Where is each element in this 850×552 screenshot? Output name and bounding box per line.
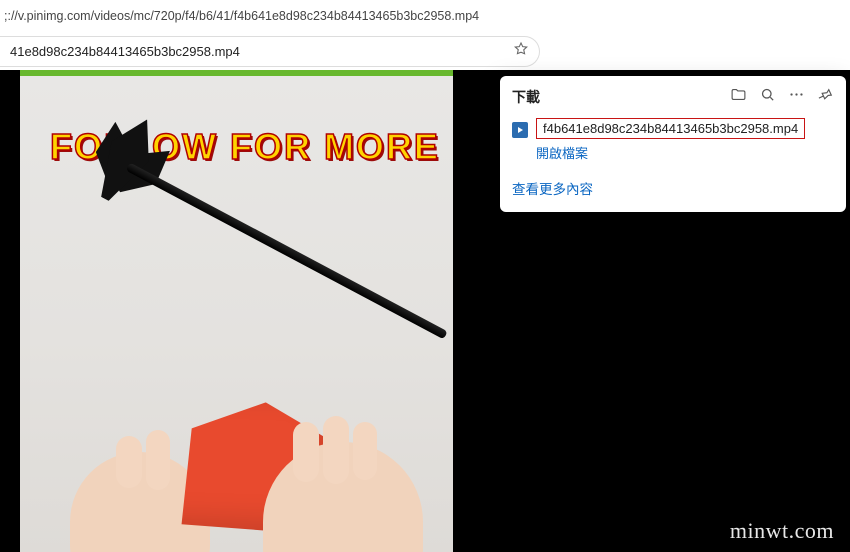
pin-icon[interactable] bbox=[817, 86, 834, 108]
open-folder-icon[interactable] bbox=[730, 86, 747, 108]
address-bar-wrap: 41e8d98c234b84413465b3bc2958.mp4 bbox=[0, 32, 540, 70]
favorite-star-icon[interactable] bbox=[513, 41, 529, 62]
downloads-header: 下載 bbox=[512, 86, 834, 108]
download-filename[interactable]: f4b641e8d98c234b84413465b3bc2958.mp4 bbox=[536, 118, 805, 139]
see-more-link[interactable]: 查看更多內容 bbox=[512, 178, 834, 198]
more-icon[interactable] bbox=[788, 86, 805, 108]
browser-url-row: ;://v.pinimg.com/videos/mc/720p/f4/b6/41… bbox=[0, 0, 850, 32]
open-file-link[interactable]: 開啟檔案 bbox=[536, 143, 805, 162]
video-frame: FOLLOW FOR MORE bbox=[20, 76, 453, 552]
address-bar[interactable]: 41e8d98c234b84413465b3bc2958.mp4 bbox=[0, 36, 540, 67]
browser-chrome-row: 41e8d98c234b84413465b3bc2958.mp4 % bbox=[0, 32, 850, 70]
watermark-text: minwt.com bbox=[730, 518, 834, 544]
full-url-text: ;://v.pinimg.com/videos/mc/720p/f4/b6/41… bbox=[0, 9, 479, 23]
download-item[interactable]: f4b641e8d98c234b84413465b3bc2958.mp4 開啟檔… bbox=[512, 118, 834, 162]
address-text: 41e8d98c234b84413465b3bc2958.mp4 bbox=[10, 44, 505, 59]
video-player[interactable]: FOLLOW FOR MORE bbox=[20, 70, 453, 552]
download-item-body: f4b641e8d98c234b84413465b3bc2958.mp4 開啟檔… bbox=[536, 118, 805, 162]
video-file-icon bbox=[512, 122, 528, 138]
downloads-panel: 下載 f4b641e8d98c234b84413465b3bc2958.mp4 … bbox=[500, 76, 846, 212]
downloads-actions bbox=[730, 86, 834, 108]
downloads-title: 下載 bbox=[512, 87, 540, 107]
search-icon[interactable] bbox=[759, 86, 776, 108]
